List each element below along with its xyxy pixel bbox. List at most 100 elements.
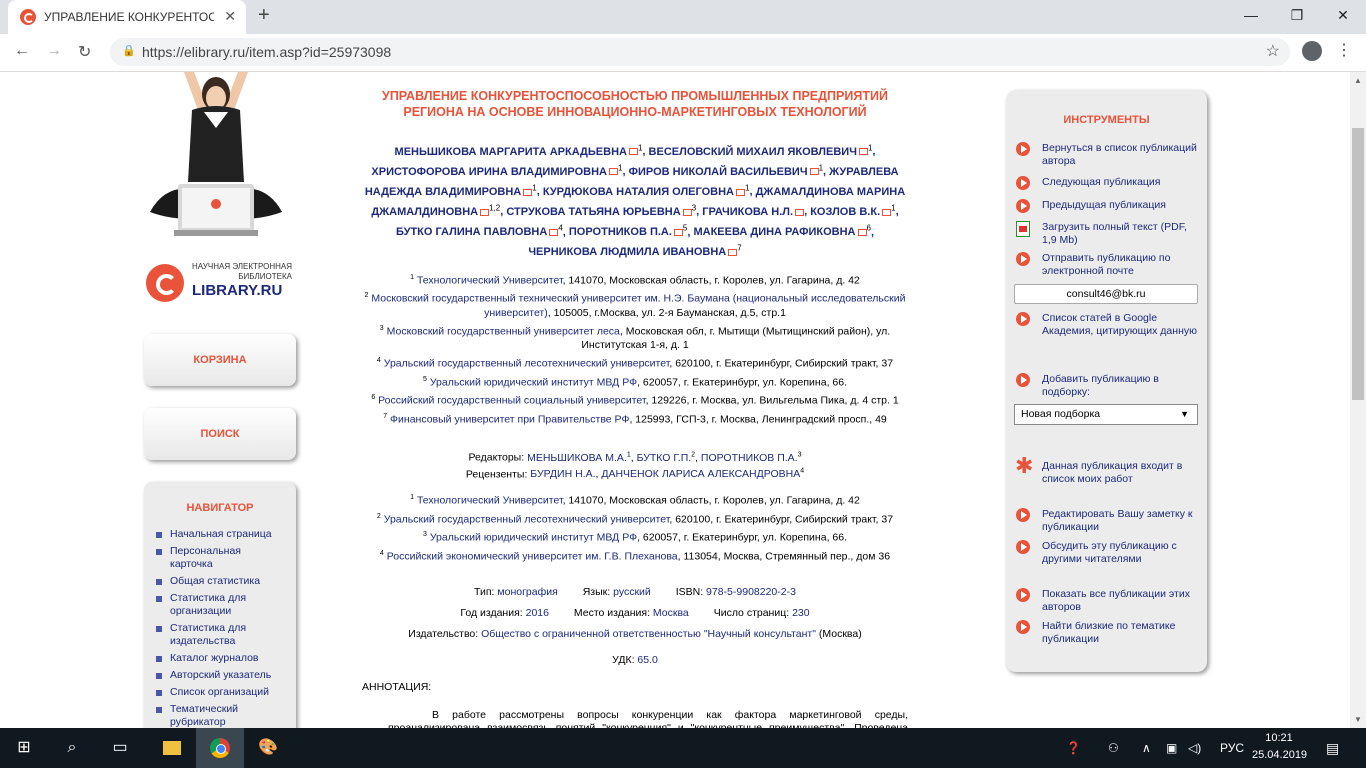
organization-link[interactable]: Финансовый университет при Правительстве… [390, 413, 629, 425]
network-icon[interactable]: ▣ [1166, 728, 1177, 768]
tab-close-icon[interactable]: ✕ [224, 8, 236, 25]
nav-item[interactable]: Начальная страница [156, 528, 284, 541]
volume-icon[interactable]: ◁) [1188, 728, 1201, 768]
collection-select[interactable]: Новая подборка ▼ [1014, 404, 1198, 425]
nav-item[interactable]: Статистика для издательства [156, 622, 284, 648]
email-field[interactable]: consult46@bk.ru [1014, 284, 1198, 304]
address-bar[interactable]: 🔒 https://elibrary.ru/item.asp?id=259730… [110, 38, 1290, 66]
author-name[interactable]: ГРАЧИКОВА Н.Л. [702, 206, 793, 218]
mail-icon[interactable] [795, 208, 805, 216]
author-name[interactable]: МАКЕЕВА ДИНА РАФИКОВНА [693, 226, 855, 238]
new-tab-button[interactable]: + [258, 4, 270, 27]
back-arrow-icon[interactable]: ← [14, 42, 30, 60]
mail-icon[interactable] [549, 228, 559, 236]
kebab-menu-icon[interactable]: ⋮ [1336, 40, 1352, 60]
person-link[interactable]: МЕНЬШИКОВА М.А. [527, 452, 627, 464]
forward-arrow-icon[interactable]: → [46, 42, 62, 60]
organization-link[interactable]: Уральский государственный лесотехнически… [384, 358, 670, 370]
author-name[interactable]: КОЗЛОВ В.К. [810, 206, 880, 218]
mail-icon[interactable] [682, 208, 692, 216]
author-name[interactable]: ПОРОТНИКОВ П.А. [569, 226, 672, 238]
task-view-icon[interactable]: ▭ [96, 728, 144, 768]
meta-row-3: Издательство: Общество с ограниченной от… [362, 627, 908, 641]
bookmark-star-icon[interactable]: ☆ [1266, 41, 1280, 61]
mail-icon[interactable] [728, 249, 738, 257]
author-name[interactable]: СТРУКОВА ТАТЬЯНА ЮРЬЕВНА [506, 206, 680, 218]
author-name[interactable]: ВЕСЕЛОВСКИЙ МИХАИЛ ЯКОВЛЕВИЧ [649, 146, 857, 158]
reload-icon[interactable]: ↻ [78, 42, 91, 62]
mail-icon[interactable] [523, 188, 533, 196]
tray-chevron-icon[interactable]: ∧ [1142, 728, 1151, 768]
nav-item[interactable]: Персональная карточка [156, 545, 284, 571]
mail-icon[interactable] [628, 148, 638, 156]
person-link[interactable]: ПОРОТНИКОВ П.А. [701, 452, 798, 464]
people-icon[interactable]: ⚇ [1108, 728, 1119, 768]
elibrary-logo[interactable]: НАУЧНАЯ ЭЛЕКТРОННАЯ БИБЛИОТЕКА LIBRARY.R… [146, 260, 296, 304]
notifications-icon[interactable]: ▤ [1326, 728, 1339, 768]
mail-icon[interactable] [480, 208, 490, 216]
scrollbar-thumb[interactable] [1352, 128, 1364, 400]
author-entry: МЕНЬШИКОВА МАРГАРИТА АРКАДЬЕВНА 1 [395, 143, 643, 158]
organization-link[interactable]: Российский экономический университет им.… [387, 550, 678, 562]
publisher-link[interactable]: Общество с ограниченной ответственностью… [481, 628, 816, 640]
help-icon[interactable]: ❓ [1066, 728, 1081, 768]
nav-item[interactable]: Статистика для организации [156, 592, 284, 618]
nav-item[interactable]: Авторский указатель [156, 669, 284, 682]
mail-icon[interactable] [673, 228, 683, 236]
search-button[interactable]: ПОИСК [144, 408, 296, 460]
page-scrollbar[interactable]: ▲ ▼ [1350, 72, 1366, 728]
nav-item[interactable]: Тематический рубрикатор [156, 703, 284, 728]
annotation-label: АННОТАЦИЯ: [362, 681, 432, 694]
minimize-button[interactable]: — [1228, 0, 1274, 32]
nav-item[interactable]: Каталог журналов [156, 652, 284, 665]
close-window-button[interactable]: ✕ [1320, 0, 1366, 32]
organization-link[interactable]: Российский государственный социальный ун… [378, 395, 645, 407]
windows-start-icon[interactable]: ⊞ [0, 728, 48, 768]
organization-link[interactable]: Уральский юридический институт МВД РФ [430, 532, 637, 544]
person-link[interactable]: БУТКО Г.П. [637, 452, 692, 464]
author-name[interactable]: БУТКО ГАЛИНА ПАВЛОВНА [396, 226, 547, 238]
cart-button[interactable]: КОРЗИНА [144, 334, 296, 386]
scroll-up-icon[interactable]: ▲ [1354, 76, 1362, 85]
browser-tab[interactable]: УПРАВЛЕНИЕ КОНКУРЕНТОСПО ✕ [8, 0, 246, 34]
maximize-button[interactable]: ❐ [1274, 0, 1320, 32]
chrome-taskbar-icon[interactable] [196, 728, 244, 768]
file-explorer-icon[interactable] [148, 728, 196, 768]
year-value: 2016 [525, 607, 549, 620]
mail-icon[interactable] [809, 168, 819, 176]
person-link[interactable]: БУРДИН Н.А. [530, 468, 595, 480]
mail-icon[interactable] [609, 168, 618, 176]
organization-link[interactable]: Московский государственный университет л… [387, 325, 620, 337]
navigator-panel: НАВИГАТОР Начальная страница Персональная… [144, 482, 296, 728]
keyboard-language[interactable]: РУС [1220, 728, 1244, 768]
mail-icon[interactable] [736, 188, 745, 196]
organization-link[interactable]: Уральский юридический институт МВД РФ [430, 376, 637, 388]
author-name[interactable]: ХРИСТОФОРОВА ИРИНА ВЛАДИМИРОВНА [371, 166, 607, 178]
author-name[interactable]: КУРДЮКОВА НАТАЛИЯ ОЛЕГОВНА [543, 186, 734, 198]
scroll-down-icon[interactable]: ▼ [1354, 715, 1362, 724]
author-affiliation-number: 6 [866, 223, 871, 233]
organization-link[interactable]: Технологический Университет [417, 274, 563, 286]
author-affiliation-number: 5 [682, 223, 688, 233]
author-name[interactable]: ФИРОВ НИКОЛАЙ ВАСИЛЬЕВИЧ [629, 166, 808, 178]
mail-icon[interactable] [882, 208, 892, 216]
search-icon[interactable]: ⌕ [48, 728, 96, 768]
place-value: Москва [652, 607, 689, 620]
paint-icon[interactable]: 🎨 [244, 728, 292, 768]
udk-value[interactable]: 65.0 [637, 654, 657, 666]
taskbar-clock[interactable]: 10:21 25.04.2019 [1252, 730, 1307, 764]
url-text[interactable]: https://elibrary.ru/item.asp?id=25973098 [142, 44, 391, 60]
author-name[interactable]: ЧЕРНИКОВА ЛЮДМИЛА ИВАНОВНА [528, 246, 726, 258]
mail-icon[interactable] [857, 228, 867, 236]
type-value[interactable]: монография [497, 586, 557, 598]
person-affiliation-number: 4 [800, 467, 805, 475]
nav-item[interactable]: Список организаций [156, 686, 284, 699]
profile-avatar-icon[interactable] [1302, 41, 1322, 61]
mail-icon[interactable] [858, 148, 868, 156]
organization-link[interactable]: Уральский государственный лесотехнически… [384, 513, 670, 525]
author-name[interactable]: МЕНЬШИКОВА МАРГАРИТА АРКАДЬЕВНА [395, 146, 627, 158]
person-link[interactable]: ДАНЧЕНОК ЛАРИСА АЛЕКСАНДРОВНА [601, 468, 800, 480]
nav-item[interactable]: Общая статистика [156, 575, 284, 588]
author-affiliation-number: 1 [532, 183, 537, 193]
organization-link[interactable]: Технологический Университет [417, 495, 563, 507]
